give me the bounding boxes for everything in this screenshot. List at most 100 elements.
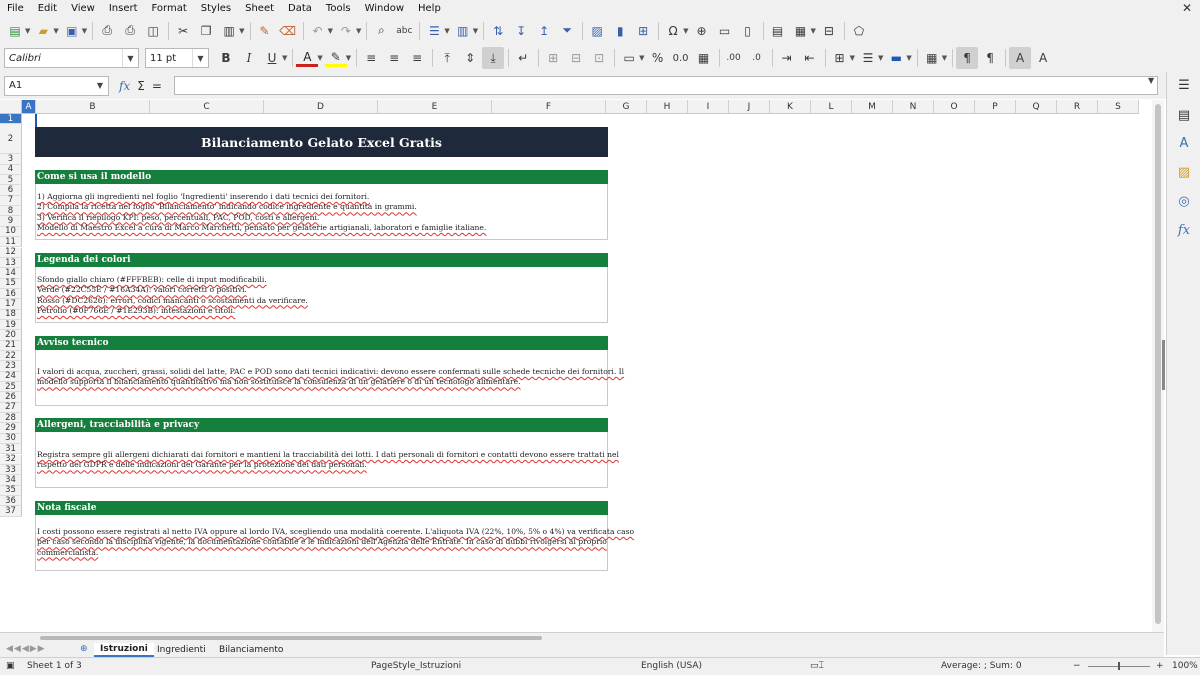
row-header-33[interactable]: 33 [0, 465, 22, 476]
currency-format-icon[interactable]: ▭ [618, 47, 640, 69]
font-color-icon[interactable]: A [296, 49, 319, 67]
hyperlink-icon[interactable]: ⊕ [691, 20, 713, 42]
decrease-indent-icon[interactable]: ⇤ [799, 47, 821, 69]
row-header-26[interactable]: 26 [0, 392, 22, 403]
date-format-icon[interactable]: ▦ [693, 47, 715, 69]
row-header-36[interactable]: 36 [0, 496, 22, 507]
styles-icon[interactable]: A [1175, 134, 1193, 152]
row-header-31[interactable]: 31 [0, 444, 22, 455]
chevron-down-icon[interactable]: ▼ [239, 27, 244, 35]
align-middle-icon[interactable]: ⇕ [459, 47, 481, 69]
column-header-k[interactable]: K [770, 100, 811, 114]
row-header-24[interactable]: 24 [0, 371, 22, 383]
chevron-down-icon[interactable]: ▼ [850, 54, 855, 62]
functions-icon[interactable]: fx [1175, 221, 1193, 239]
menu-format[interactable]: Format [145, 3, 194, 14]
chevron-down-icon[interactable]: ▼ [25, 27, 30, 35]
column-header-c[interactable]: C [150, 100, 264, 114]
page-style[interactable]: PageStyle_Istruzioni [371, 661, 461, 671]
chevron-down-icon[interactable]: ▼ [444, 27, 449, 35]
gallery-icon[interactable]: ▨ [1175, 163, 1193, 181]
row-header-4[interactable]: 4 [0, 164, 22, 176]
properties-icon[interactable]: ▤ [1175, 106, 1193, 124]
row-header-14[interactable]: 14 [0, 268, 22, 279]
borders-icon[interactable]: ⊞ [829, 47, 851, 69]
spreadsheet-grid[interactable]: ABCDEFGHIJKLMNOPQRS 1 2 3 4 5 6 7 8 9 10 11 12 13 14 1… [0, 100, 1164, 632]
column-header-e[interactable]: E [378, 100, 492, 114]
tab-ingredienti[interactable]: Ingredienti [151, 643, 212, 657]
align-center-icon[interactable]: ≡ [383, 47, 405, 69]
row-header-35[interactable]: 35 [0, 485, 22, 496]
menu-styles[interactable]: Styles [194, 3, 238, 14]
row-header-11[interactable]: 11 [0, 237, 22, 248]
clear-formatting-icon[interactable]: ⌫ [277, 20, 299, 42]
increase-indent-icon[interactable]: ⇥ [776, 47, 798, 69]
merge-center-icon[interactable]: ⊞ [542, 47, 564, 69]
formula-input[interactable] [174, 76, 1158, 95]
menu-insert[interactable]: Insert [102, 3, 145, 14]
print-icon[interactable]: ⎙ [119, 20, 141, 42]
row-header-34[interactable]: 34 [0, 475, 22, 486]
insert-image-icon[interactable]: ▨ [586, 20, 608, 42]
menu-sheet[interactable]: Sheet [238, 3, 281, 14]
merge-cells-icon[interactable]: ⊟ [565, 47, 587, 69]
align-top-icon[interactable]: ⤒ [436, 47, 458, 69]
column-header-r[interactable]: R [1057, 100, 1098, 114]
row-header-18[interactable]: 18 [0, 309, 22, 320]
language-status[interactable]: English (USA) [641, 661, 702, 671]
row-header-25[interactable]: 25 [0, 382, 22, 393]
name-box[interactable]: A1 ▼ [4, 75, 109, 96]
column-header-m[interactable]: M [852, 100, 893, 114]
clone-formatting-icon[interactable]: ✎ [254, 20, 276, 42]
chevron-down-icon[interactable]: ▼ [53, 27, 58, 35]
chevron-down-icon[interactable]: ▼ [192, 49, 208, 67]
text-vertical-icon[interactable]: A [1032, 47, 1054, 69]
column-header-g[interactable]: G [606, 100, 647, 114]
row-header-30[interactable]: 30 [0, 433, 22, 445]
column-header-p[interactable]: P [975, 100, 1016, 114]
wrap-text-icon[interactable]: ↵ [512, 47, 534, 69]
row-header-20[interactable]: 20 [0, 330, 22, 341]
chevron-down-icon[interactable]: ▼ [683, 27, 688, 35]
chevron-down-icon[interactable]: ▼ [92, 77, 108, 95]
sort-icon[interactable]: ⇅ [487, 20, 509, 42]
copy-icon[interactable]: ❐ [195, 20, 217, 42]
row-icon[interactable]: ☰ [423, 20, 445, 42]
row-header-10[interactable]: 10 [0, 226, 22, 238]
row-header-29[interactable]: 29 [0, 423, 22, 434]
row-header-13[interactable]: 13 [0, 258, 22, 269]
tab-istruzioni[interactable]: Istruzioni [94, 643, 154, 657]
open-folder-icon[interactable]: ▰ [32, 20, 54, 42]
chevron-down-icon[interactable]: ▼ [346, 54, 351, 62]
column-icon[interactable]: ▥ [452, 20, 474, 42]
menu-file[interactable]: File [0, 3, 31, 14]
text-direction-ltr-icon[interactable]: ¶ [956, 47, 979, 69]
chevron-down-icon[interactable]: ▼ [473, 27, 478, 35]
freeze-rows-columns-icon[interactable]: ▦ [790, 20, 812, 42]
row-header-7[interactable]: 7 [0, 195, 22, 207]
column-header-b[interactable]: B [36, 100, 150, 114]
save-icon[interactable]: ▣ [61, 20, 83, 42]
column-header-h[interactable]: H [647, 100, 688, 114]
row-header-15[interactable]: 15 [0, 278, 22, 289]
row-header-37[interactable]: 37 [0, 506, 22, 517]
row-header-19[interactable]: 19 [0, 320, 22, 331]
row-header-12[interactable]: 12 [0, 247, 22, 258]
selection-mode-icon[interactable]: ▭⌶ [810, 661, 824, 671]
print-preview-icon[interactable]: ◫ [142, 20, 164, 42]
column-header-a[interactable]: A [22, 100, 36, 114]
menu-view[interactable]: View [64, 3, 102, 14]
new-document-icon[interactable]: ▤ [4, 20, 26, 42]
row-header-22[interactable]: 22 [0, 351, 22, 362]
horizontal-scroll-thumb[interactable] [40, 636, 542, 640]
row-header-5[interactable]: 5 [0, 175, 22, 186]
chevron-down-icon[interactable]: ▼ [811, 27, 816, 35]
border-style-icon[interactable]: ☰ [857, 47, 879, 69]
column-header-n[interactable]: N [893, 100, 934, 114]
align-left-icon[interactable]: ≡ [360, 47, 382, 69]
vertical-scroll-thumb[interactable] [1155, 104, 1161, 624]
underline-icon[interactable]: U [261, 47, 283, 69]
row-header-27[interactable]: 27 [0, 402, 22, 414]
row-header-32[interactable]: 32 [0, 454, 22, 465]
headers-footers-icon[interactable]: ▯ [737, 20, 759, 42]
